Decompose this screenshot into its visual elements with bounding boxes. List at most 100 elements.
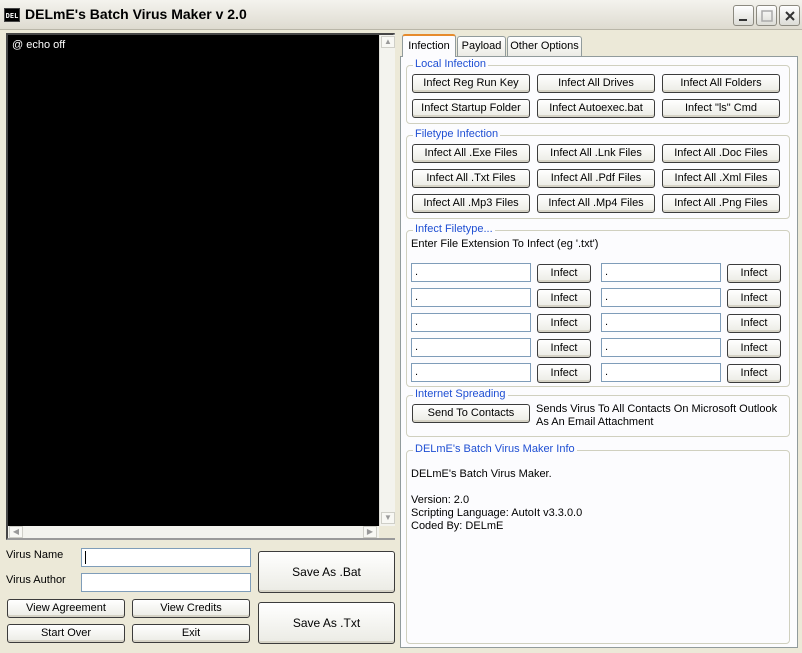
infect-mp3-files-button[interactable]: Infect All .Mp3 Files xyxy=(412,194,530,213)
tab-infection[interactable]: Infection xyxy=(402,34,456,57)
button-label: Infect All .Txt Files xyxy=(426,172,516,184)
infect-extension-button[interactable]: Infect xyxy=(537,289,591,308)
extension-input[interactable]: . xyxy=(601,313,721,332)
maximize-button[interactable] xyxy=(756,5,777,26)
infect-pdf-files-button[interactable]: Infect All .Pdf Files xyxy=(537,169,655,188)
extension-input[interactable]: . xyxy=(411,313,531,332)
tab-other-options[interactable]: Other Options xyxy=(507,36,582,56)
filetype-infection-title: Filetype Infection xyxy=(413,128,501,141)
infect-mp4-files-button[interactable]: Infect All .Mp4 Files xyxy=(537,194,655,213)
text-cursor xyxy=(85,551,86,564)
virus-name-label: Virus Name xyxy=(6,549,64,561)
extension-input[interactable]: . xyxy=(411,363,531,382)
tab-payload[interactable]: Payload xyxy=(457,36,506,56)
view-agreement-button[interactable]: View Agreement xyxy=(7,599,125,618)
infect-extension-button[interactable]: Infect xyxy=(537,364,591,383)
infect-txt-files-button[interactable]: Infect All .Txt Files xyxy=(412,169,530,188)
infect-startup-folder-button[interactable]: Infect Startup Folder xyxy=(412,99,530,118)
infect-filetype-title: Infect Filetype... xyxy=(413,223,495,236)
save-as-bat-button[interactable]: Save As .Bat xyxy=(258,551,395,593)
scrollbar-corner xyxy=(379,526,395,538)
spreading-description-line2: As An Email Attachment xyxy=(536,416,654,428)
info-title: DELmE's Batch Virus Maker Info xyxy=(413,443,577,456)
internet-spreading-title: Internet Spreading xyxy=(413,388,508,401)
save-as-txt-button[interactable]: Save As .Txt xyxy=(258,602,395,644)
spreading-description-line1: Sends Virus To All Contacts On Microsoft… xyxy=(536,403,778,415)
infect-extension-button[interactable]: Infect xyxy=(727,264,781,283)
scroll-left-icon[interactable]: ◀ xyxy=(9,526,23,538)
info-name: DELmE's Batch Virus Maker. xyxy=(411,468,552,480)
view-agreement-label: View Agreement xyxy=(26,602,106,614)
extension-input[interactable]: . xyxy=(601,288,721,307)
extension-input[interactable]: . xyxy=(601,363,721,382)
button-label: Infect All .Png Files xyxy=(674,197,768,209)
app-icon: DEL xyxy=(4,8,20,22)
minimize-icon xyxy=(739,19,747,21)
button-label: Infect xyxy=(550,317,578,329)
button-label: Infect xyxy=(740,317,768,329)
scroll-right-icon[interactable]: ▶ xyxy=(363,526,377,538)
horizontal-scrollbar[interactable]: ◀ ▶ xyxy=(8,526,379,538)
view-credits-label: View Credits xyxy=(160,602,222,614)
infect-extension-button[interactable]: Infect xyxy=(537,314,591,333)
button-label: Infect xyxy=(550,367,578,379)
extension-input[interactable]: . xyxy=(601,263,721,282)
button-label: Infect xyxy=(550,292,578,304)
view-credits-button[interactable]: View Credits xyxy=(132,599,250,618)
extension-input[interactable]: . xyxy=(411,338,531,357)
infect-doc-files-button[interactable]: Infect All .Doc Files xyxy=(662,144,780,163)
console-output[interactable]: @ echo off ▲ ▼ ◀ ▶ xyxy=(6,33,395,540)
virus-name-input[interactable] xyxy=(81,548,251,567)
infect-exe-files-button[interactable]: Infect All .Exe Files xyxy=(412,144,530,163)
extension-input[interactable]: . xyxy=(411,288,531,307)
infect-extension-button[interactable]: Infect xyxy=(727,289,781,308)
maximize-icon xyxy=(761,10,773,22)
start-over-label: Start Over xyxy=(40,627,92,639)
infect-extension-button[interactable]: Infect xyxy=(727,314,781,333)
button-label: Infect Reg Run Key xyxy=(423,77,519,89)
info-version: Version: 2.0 xyxy=(411,494,470,506)
button-label: Infect All .Lnk Files xyxy=(550,147,642,159)
info-coded-by: Coded By: DELmE xyxy=(411,520,504,532)
infect-autoexec-button[interactable]: Infect Autoexec.bat xyxy=(537,99,655,118)
button-label: Infect xyxy=(740,292,768,304)
info-language: Scripting Language: AutoIt v3.3.0.0 xyxy=(411,507,583,519)
scroll-down-icon[interactable]: ▼ xyxy=(381,512,395,524)
button-label: Infect xyxy=(740,367,768,379)
infect-lnk-files-button[interactable]: Infect All .Lnk Files xyxy=(537,144,655,163)
infect-filetype-instruction: Enter File Extension To Infect (eg '.txt… xyxy=(411,238,599,250)
button-label: Infect Startup Folder xyxy=(421,102,521,114)
extension-input[interactable]: . xyxy=(601,338,721,357)
scroll-up-icon[interactable]: ▲ xyxy=(381,36,395,48)
window-title: DELmE's Batch Virus Maker v 2.0 xyxy=(25,6,247,22)
infect-all-drives-button[interactable]: Infect All Drives xyxy=(537,74,655,93)
vertical-scrollbar[interactable]: ▲ ▼ xyxy=(379,35,395,526)
infect-ls-cmd-button[interactable]: Infect "ls" Cmd xyxy=(662,99,780,118)
infect-all-folders-button[interactable]: Infect All Folders xyxy=(662,74,780,93)
close-icon xyxy=(785,11,795,21)
exit-button[interactable]: Exit xyxy=(132,624,250,643)
send-to-contacts-button[interactable]: Send To Contacts xyxy=(412,404,530,423)
infect-extension-button[interactable]: Infect xyxy=(537,339,591,358)
close-button[interactable] xyxy=(779,5,800,26)
infect-xml-files-button[interactable]: Infect All .Xml Files xyxy=(662,169,780,188)
local-infection-title: Local Infection xyxy=(413,58,488,71)
infect-extension-button[interactable]: Infect xyxy=(727,364,781,383)
virus-author-input[interactable] xyxy=(81,573,251,592)
button-label: Infect All .Xml Files xyxy=(674,172,768,184)
infect-reg-run-key-button[interactable]: Infect Reg Run Key xyxy=(412,74,530,93)
infect-extension-button[interactable]: Infect xyxy=(727,339,781,358)
minimize-button[interactable] xyxy=(733,5,754,26)
button-label: Send To Contacts xyxy=(427,407,515,419)
button-label: Infect xyxy=(740,267,768,279)
infect-png-files-button[interactable]: Infect All .Png Files xyxy=(662,194,780,213)
button-label: Infect All Folders xyxy=(680,77,762,89)
button-label: Infect Autoexec.bat xyxy=(549,102,643,114)
start-over-button[interactable]: Start Over xyxy=(7,624,125,643)
save-as-bat-label: Save As .Bat xyxy=(292,565,361,579)
button-label: Infect All .Doc Files xyxy=(674,147,768,159)
button-label: Infect xyxy=(740,342,768,354)
button-label: Infect xyxy=(550,342,578,354)
infect-extension-button[interactable]: Infect xyxy=(537,264,591,283)
extension-input[interactable]: . xyxy=(411,263,531,282)
